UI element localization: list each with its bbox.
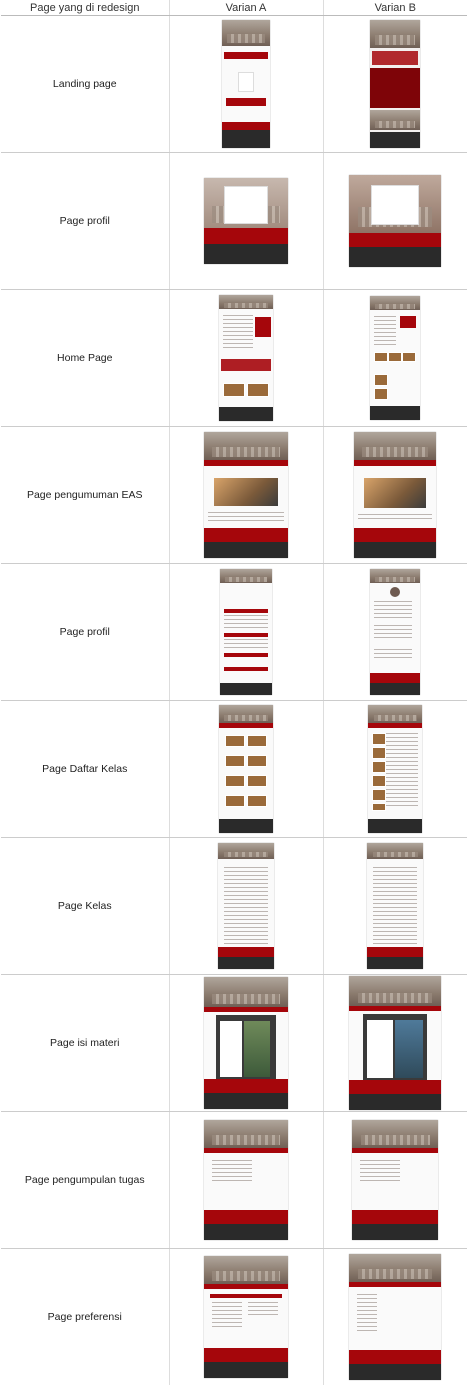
table-row: Page Kelas [1, 837, 467, 975]
variant-a-screenshot [169, 1248, 324, 1385]
header-page: Page yang di redesign [1, 0, 170, 16]
variant-b-screenshot [323, 1249, 467, 1385]
variant-b-screenshot [323, 426, 467, 564]
row-label: Page pengumuman EAS [1, 426, 170, 564]
redesign-comparison-table: Page yang di redesign Varian A Varian B … [1, 0, 467, 1385]
table-row: Landing page [1, 15, 467, 153]
row-label: Landing page [1, 15, 170, 153]
variant-a-screenshot [169, 563, 324, 701]
variant-a-screenshot [169, 152, 324, 290]
variant-b-screenshot [323, 700, 467, 838]
table-row: Page preferensi [1, 1248, 467, 1385]
row-label: Page Kelas [1, 837, 170, 975]
row-label: Page profil [1, 563, 170, 701]
variant-b-screenshot [323, 563, 467, 701]
table-row: Page profil [1, 152, 467, 290]
variant-a-screenshot [169, 426, 324, 564]
header-variant-b: Varian B [323, 0, 467, 16]
variant-a-screenshot [169, 1111, 324, 1249]
variant-a-screenshot [169, 700, 324, 838]
variant-a-screenshot [169, 289, 324, 427]
table-row: Page Daftar Kelas [1, 700, 467, 838]
table-row: Page isi materi [1, 974, 467, 1112]
variant-b-screenshot [323, 289, 467, 427]
variant-a-screenshot [169, 974, 324, 1112]
row-label: Page pengumpulan tugas [1, 1111, 170, 1249]
row-label: Home Page [1, 289, 170, 427]
table-row: Page pengumuman EAS [1, 426, 467, 564]
header-variant-a: Varian A [169, 0, 324, 16]
row-label: Page preferensi [1, 1248, 170, 1385]
row-label: Page isi materi [1, 974, 170, 1112]
row-label: Page Daftar Kelas [1, 700, 170, 838]
variant-b-screenshot [323, 1111, 467, 1249]
variant-a-screenshot [169, 15, 324, 153]
variant-a-screenshot [169, 837, 324, 975]
table-row: Home Page [1, 289, 467, 427]
table-row: Page profil [1, 563, 467, 701]
variant-b-screenshot [323, 152, 467, 290]
variant-b-screenshot [323, 15, 467, 153]
table-row: Page pengumpulan tugas [1, 1111, 467, 1249]
table-header-row: Page yang di redesign Varian A Varian B [1, 0, 467, 16]
variant-b-screenshot [323, 837, 467, 975]
variant-b-screenshot [323, 974, 467, 1112]
row-label: Page profil [1, 152, 170, 290]
